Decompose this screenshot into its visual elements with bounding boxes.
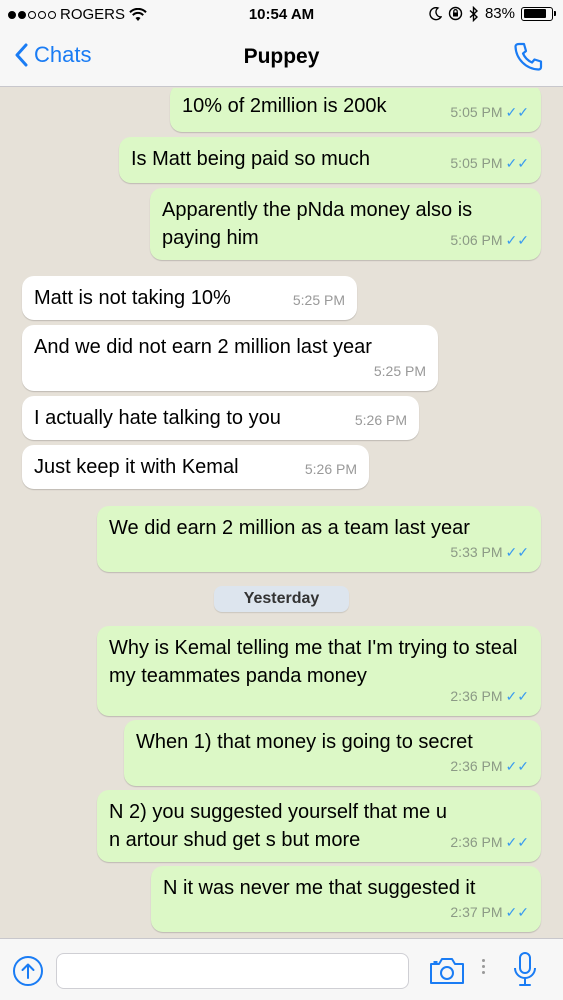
read-receipt-icon: ✓✓ [505, 104, 529, 120]
camera-icon [430, 958, 464, 984]
message-outgoing[interactable]: 10% of 2million is 200k 5:05 PM ✓✓ [170, 88, 541, 132]
message-time: 2:36 PM [450, 688, 503, 704]
message-text: Apparently the pNda money also is paying… [162, 199, 473, 249]
message-outgoing[interactable]: N 2) you suggested yourself that me u n … [97, 790, 541, 862]
message-input[interactable] [56, 953, 409, 989]
message-text: Why is Kemal telling me that I'm trying … [109, 637, 518, 687]
message-meta: 5:33 PM ✓✓ [450, 538, 529, 566]
message-time: 2:36 PM [450, 834, 503, 850]
read-receipt-icon: ✓✓ [505, 544, 529, 560]
message-incoming[interactable]: Just keep it with Kemal 5:26 PM [22, 445, 369, 489]
message-time: 5:26 PM [304, 461, 357, 477]
message-meta: 5:25 PM [293, 286, 345, 314]
message-meta: 2:36 PM ✓✓ [450, 682, 529, 710]
message-incoming[interactable]: I actually hate talking to you 5:26 PM [22, 396, 419, 440]
message-incoming[interactable]: Matt is not taking 10% 5:25 PM [22, 276, 357, 320]
camera-button[interactable] [428, 956, 466, 991]
message-text: 10% of 2million is 200k [182, 95, 387, 117]
message-text: We did earn 2 million as a team last yea… [109, 517, 470, 539]
phone-icon [514, 42, 543, 71]
message-outgoing[interactable]: N it was never me that suggested it 2:37… [151, 866, 541, 932]
message-meta: 5:26 PM [305, 455, 357, 483]
rotation-lock-icon [448, 6, 463, 21]
read-receipt-icon: ✓✓ [505, 232, 529, 248]
message-time: 5:25 PM [292, 292, 345, 308]
message-text: Is Matt being paid so much [131, 148, 371, 170]
message-meta: 2:36 PM ✓✓ [450, 752, 529, 780]
battery-icon [521, 6, 556, 21]
message-outgoing[interactable]: Why is Kemal telling me that I'm trying … [97, 626, 541, 716]
read-receipt-icon: ✓✓ [505, 834, 529, 850]
message-time: 5:26 PM [354, 412, 407, 428]
battery-level [523, 9, 546, 18]
attach-button[interactable] [12, 955, 44, 992]
message-incoming[interactable]: And we did not earn 2 million last year … [22, 325, 438, 391]
message-meta: 5:25 PM [374, 357, 426, 385]
separator-dots [482, 959, 485, 974]
read-receipt-icon: ✓✓ [505, 904, 529, 920]
message-outgoing[interactable]: We did earn 2 million as a team last yea… [97, 506, 541, 572]
status-icons: 83% [429, 5, 556, 22]
message-text: When 1) that money is going to secret [136, 731, 473, 753]
bluetooth-icon [469, 5, 478, 22]
input-bar [0, 938, 563, 1000]
message-meta: 5:06 PM ✓✓ [450, 226, 529, 254]
nav-bar: Chats Puppey [0, 30, 563, 87]
read-receipt-icon: ✓✓ [505, 758, 529, 774]
message-meta: 5:05 PM ✓✓ [450, 149, 529, 177]
status-bar: ROGERS 10:54 AM 83% [0, 0, 563, 30]
message-text: Matt is not taking 10% [34, 287, 231, 309]
date-divider: Yesterday [214, 586, 349, 612]
message-text: N it was never me that suggested it [163, 877, 476, 899]
chat-messages[interactable]: 10% of 2million is 200k 5:05 PM ✓✓ Is Mat… [0, 88, 563, 938]
message-time: 5:25 PM [373, 363, 426, 379]
microphone-icon [514, 952, 536, 986]
message-meta: 5:26 PM [355, 406, 407, 434]
message-time: 5:33 PM [450, 544, 503, 560]
call-button[interactable] [511, 40, 545, 79]
battery-percentage: 83% [484, 5, 515, 22]
message-text: Just keep it with Kemal [34, 456, 239, 478]
message-meta: 5:05 PM ✓✓ [450, 98, 529, 126]
message-outgoing[interactable]: When 1) that money is going to secret 2:… [124, 720, 541, 786]
message-text: And we did not earn 2 million last year [34, 336, 372, 358]
message-time: 2:37 PM [450, 904, 503, 920]
message-outgoing[interactable]: Is Matt being paid so much 5:05 PM ✓✓ [119, 137, 541, 183]
message-outgoing[interactable]: Apparently the pNda money also is paying… [150, 188, 541, 260]
message-text: I actually hate talking to you [34, 407, 281, 429]
message-meta: 2:36 PM ✓✓ [450, 828, 529, 856]
read-receipt-icon: ✓✓ [505, 688, 529, 704]
message-time: 5:06 PM [450, 232, 503, 248]
message-text: N 2) you suggested yourself that me u n … [109, 801, 447, 851]
chat-title[interactable]: Puppey [0, 45, 563, 69]
message-time: 5:05 PM [450, 104, 503, 120]
microphone-button[interactable] [512, 951, 538, 994]
upload-arrow-icon [13, 956, 43, 986]
message-time: 2:36 PM [450, 758, 503, 774]
message-time: 5:05 PM [450, 155, 503, 171]
message-meta: 2:37 PM ✓✓ [450, 898, 529, 926]
moon-icon [429, 6, 442, 20]
read-receipt-icon: ✓✓ [505, 155, 529, 171]
